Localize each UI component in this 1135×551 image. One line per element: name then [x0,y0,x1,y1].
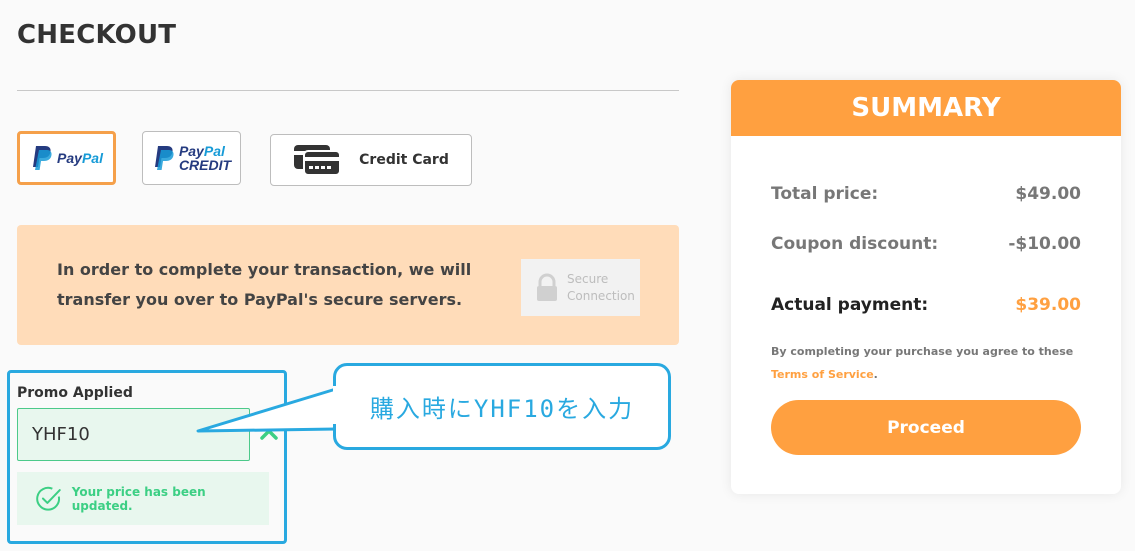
proceed-button[interactable]: Proceed [771,400,1081,455]
paypal-logo: PayPal [30,145,103,171]
lock-icon [537,273,557,301]
paypal-wordmark: PayPal [57,150,103,166]
promo-message-text: Your price has been updated. [71,484,206,513]
notice-text: In order to complete your transaction, w… [57,260,472,309]
terms-suffix: . [873,368,878,381]
payment-option-paypal[interactable]: PayPal [17,131,116,185]
callout-tail-mask [333,386,339,424]
summary-title: SUMMARY [731,80,1121,136]
title-divider [17,90,679,91]
promo-label: Promo Applied [17,385,133,401]
paypal-credit-logo: PayPal CREDIT [152,144,231,172]
paypal-logo-icon [154,146,174,170]
payment-option-credit-card[interactable]: Credit Card [270,134,472,186]
total-price-value: $49.00 [1015,184,1081,204]
paypal-logo-icon [33,146,52,170]
total-price-label: Total price: [771,184,879,204]
coupon-discount-row: Coupon discount: -$10.00 [771,234,1081,254]
total-price-row: Total price: $49.00 [771,184,1081,204]
paypal-credit-wordmark: PayPal [179,144,231,158]
promo-success-message: Your price has been updated. [17,472,269,525]
callout-text: 購入時にYHF10を入力 [369,395,635,423]
paypal-word-pal: Pal [81,150,103,166]
coupon-discount-label: Coupon discount: [771,234,939,254]
callout-tail [196,387,337,433]
check-circle-icon [36,486,61,511]
order-summary-card: SUMMARY Total price: $49.00 Coupon disco… [731,80,1121,494]
paypal-credit-word: CREDIT [178,157,232,173]
credit-card-icon [294,145,342,176]
terms-of-service-link[interactable]: Terms of Service [771,368,874,381]
coupon-discount-value: -$10.00 [1008,234,1081,254]
paypal-redirect-notice: In order to complete your transaction, w… [17,225,679,345]
actual-payment-row: Actual payment: $39.00 [771,295,1081,315]
credit-card-label: Credit Card [359,152,449,168]
secure-line-2: Connection [567,288,635,303]
secure-connection-text: Secure Connection [567,271,635,305]
payment-option-paypal-credit[interactable]: PayPal CREDIT [142,131,241,185]
terms-agreement-text: By completing your purchase you agree to… [771,345,1074,358]
terms-agreement: By completing your purchase you agree to… [771,340,1081,386]
actual-payment-value: $39.00 [1015,295,1081,315]
secure-connection-badge: Secure Connection [521,259,640,316]
annotation-callout: 購入時にYHF10を入力 [333,363,671,450]
paypal-word-pay: Pay [57,150,82,166]
secure-line-1: Secure [567,271,609,286]
page-title: CHECKOUT [17,20,177,50]
actual-payment-label: Actual payment: [771,295,929,315]
